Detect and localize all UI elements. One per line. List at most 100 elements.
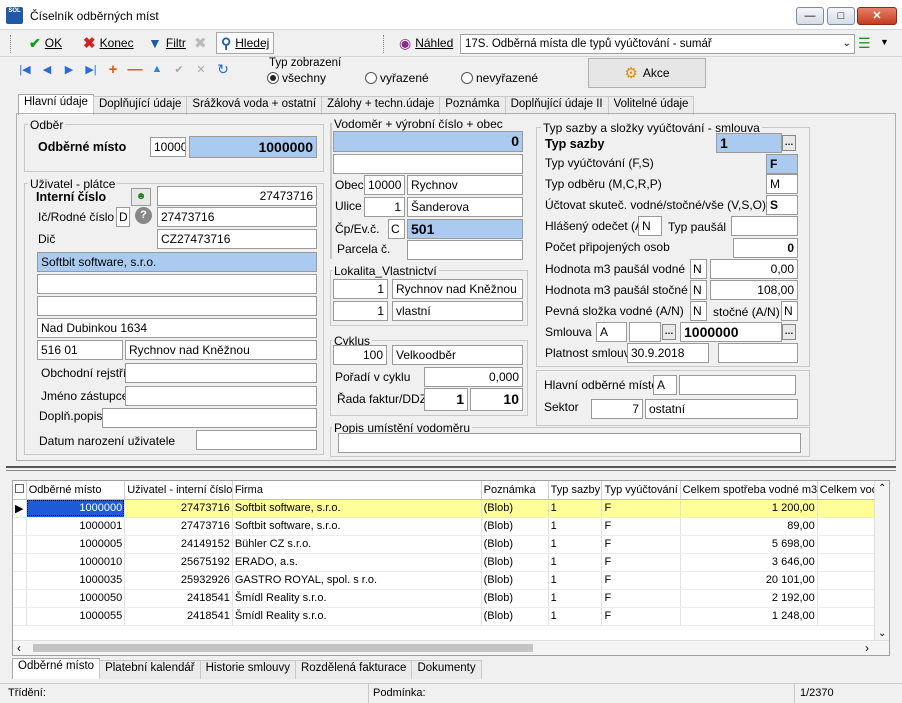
typ-vyuct-value[interactable]: F xyxy=(766,154,798,174)
table-cell[interactable]: (Blob) xyxy=(481,535,549,554)
scroll-right-icon[interactable]: › xyxy=(865,641,869,655)
tab-historie-smlouvy[interactable]: Historie smlouvy xyxy=(199,660,296,679)
row-indicator[interactable] xyxy=(13,553,27,572)
table-cell[interactable]: (Blob) xyxy=(481,517,549,536)
ic-type[interactable]: D xyxy=(116,207,130,227)
cyklus-name[interactable]: Velkoodběr xyxy=(392,345,523,365)
odberne-misto-code[interactable]: 10000 xyxy=(150,137,186,157)
platnost-extra[interactable] xyxy=(718,343,798,363)
sektor-name[interactable]: ostatní xyxy=(645,399,798,419)
hledej-button[interactable]: ⚲ Hledej xyxy=(216,32,275,54)
column-header[interactable]: Celkem spotřeba vodné m3 xyxy=(680,481,818,500)
table-cell[interactable]: 1000035 xyxy=(26,571,126,590)
smlouva-value[interactable]: 1000000 xyxy=(680,322,782,342)
table-cell[interactable]: Bühler CZ s.r.o. xyxy=(232,535,482,554)
table-cell[interactable]: 1000000 xyxy=(26,499,126,518)
user-lookup-icon[interactable]: ☻ xyxy=(131,188,151,206)
table-cell[interactable]: 2418541 xyxy=(124,589,233,608)
rada-value-2[interactable]: 10 xyxy=(470,388,523,411)
pevna-value[interactable]: N xyxy=(690,301,707,321)
select-all-checkbox[interactable] xyxy=(13,481,27,500)
table-cell[interactable]: Šmídl Reality s.r.o. xyxy=(232,589,482,608)
ulice-name[interactable]: Šanderova xyxy=(407,197,523,217)
radio-vsechny[interactable]: všechny xyxy=(267,71,326,85)
stocne-an-value[interactable]: N xyxy=(781,301,798,321)
narozeni-field[interactable] xyxy=(196,430,317,450)
odberne-misto-value[interactable]: 1000000 xyxy=(189,136,317,158)
table-cell[interactable]: F xyxy=(601,589,681,608)
vertical-scrollbar[interactable]: ⌃ ⌄ xyxy=(874,481,889,641)
table-cell[interactable]: 24149152 xyxy=(124,535,233,554)
tab-platebni-kalendar[interactable]: Platební kalendář xyxy=(99,660,201,679)
edit-record-icon[interactable]: ▲ xyxy=(146,58,168,80)
table-row[interactable]: 1000050 2418541 Šmídl Reality s.r.o. (Blob)… xyxy=(13,589,889,608)
row-indicator[interactable] xyxy=(13,589,27,608)
obec-name[interactable]: Rychnov xyxy=(407,175,523,195)
clear-filter-button[interactable]: ✖ xyxy=(189,32,212,54)
first-record-icon[interactable]: |◀ xyxy=(14,58,36,80)
table-cell[interactable]: 3 646,00 xyxy=(680,553,818,572)
table-row[interactable]: 1000005 24149152 Bühler CZ s.r.o. (Blob) 1 F 5… xyxy=(13,535,889,554)
smlouva-mid-lookup-button[interactable]: … xyxy=(662,324,676,340)
table-cell[interactable]: GASTRO ROYAL, spol. s r.o. xyxy=(232,571,482,590)
table-cell[interactable]: 2 192,00 xyxy=(680,589,818,608)
column-header[interactable]: Odběrné místo xyxy=(26,481,126,500)
tab-dokumenty[interactable]: Dokumenty xyxy=(411,660,482,679)
row-indicator[interactable]: ▶ xyxy=(13,499,27,518)
lokalita-code[interactable]: 1 xyxy=(333,279,388,299)
pocet-osob-value[interactable]: 0 xyxy=(733,238,798,258)
table-cell[interactable]: 1 xyxy=(548,499,603,518)
table-cell[interactable]: (Blob) xyxy=(481,553,549,572)
menu-dropdown-icon[interactable]: ▼ xyxy=(880,37,889,47)
radio-vyrazene[interactable]: vyřazené xyxy=(365,71,429,85)
zastupce-field[interactable] xyxy=(125,386,317,406)
help-icon[interactable]: ? xyxy=(135,207,152,224)
cyklus-code[interactable]: 100 xyxy=(333,345,387,365)
table-cell[interactable]: 1 xyxy=(548,607,603,626)
cp-type[interactable]: C xyxy=(388,219,405,239)
tab-hlavni-udaje[interactable]: Hlavní údaje xyxy=(18,94,94,115)
obec-code[interactable]: 10000 xyxy=(364,175,405,195)
row-indicator[interactable] xyxy=(13,517,27,536)
hlaseny-value[interactable]: N xyxy=(638,216,662,236)
m3-stocne-value[interactable]: 108,00 xyxy=(710,280,798,300)
row-indicator[interactable] xyxy=(13,607,27,626)
doplpopis-field[interactable] xyxy=(102,408,317,428)
table-cell[interactable]: 89,00 xyxy=(680,517,818,536)
vlastnictvi-code[interactable]: 1 xyxy=(333,301,388,321)
delete-record-icon[interactable]: — xyxy=(124,58,146,80)
table-cell[interactable]: F xyxy=(601,499,681,518)
table-row[interactable]: 1000010 25675192 ERADO, a.s. (Blob) 1 F 3 646,… xyxy=(13,553,889,572)
table-cell[interactable]: 1 xyxy=(548,589,603,608)
lokalita-name[interactable]: Rychnov nad Kněžnou xyxy=(392,279,523,299)
typ-sazby-lookup-button[interactable]: … xyxy=(782,135,796,151)
smlouva-mid[interactable] xyxy=(629,322,661,342)
konec-button[interactable]: ✖ Konec xyxy=(78,32,139,54)
hlavni-misto-flag[interactable]: A xyxy=(653,375,677,395)
last-record-icon[interactable]: ▶| xyxy=(80,58,102,80)
column-header[interactable]: Typ vyúčtování xyxy=(601,481,681,500)
parcela-value[interactable] xyxy=(407,240,523,260)
table-cell[interactable]: F xyxy=(601,607,681,626)
scroll-up-icon[interactable]: ⌃ xyxy=(878,483,886,494)
filtr-button[interactable]: ▼ Filtr xyxy=(143,32,191,54)
prev-record-icon[interactable]: ◀ xyxy=(36,58,58,80)
m3-vodne-value[interactable]: 0,00 xyxy=(710,259,798,279)
list-menu-icon[interactable]: ☰ xyxy=(858,35,871,52)
table-cell[interactable]: 1000010 xyxy=(26,553,126,572)
report-select[interactable]: 17S. Odběrná místa dle typů vyúčtování -… xyxy=(460,34,855,54)
hlavni-misto-value[interactable] xyxy=(679,375,796,395)
table-cell[interactable]: F xyxy=(601,535,681,554)
smlouva-flag[interactable]: A xyxy=(596,322,627,342)
vodomer-serial[interactable] xyxy=(333,154,523,174)
table-cell[interactable]: 1 xyxy=(548,553,603,572)
table-cell[interactable]: Softbit software, s.r.o. xyxy=(232,499,482,518)
table-cell[interactable]: F xyxy=(601,571,681,590)
horizontal-scrollbar[interactable]: ‹ › xyxy=(13,640,889,655)
table-cell[interactable]: 1000050 xyxy=(26,589,126,608)
table-cell[interactable]: 1 248,00 xyxy=(680,607,818,626)
table-row[interactable]: 1000001 27473716 Softbit software, s.r.o.(… xyxy=(13,517,889,536)
tab-odberne-misto[interactable]: Odběrné místo xyxy=(12,658,101,679)
firma-name-field[interactable]: Softbit software, s.r.o. xyxy=(37,252,317,272)
table-cell[interactable]: (Blob) xyxy=(481,607,549,626)
